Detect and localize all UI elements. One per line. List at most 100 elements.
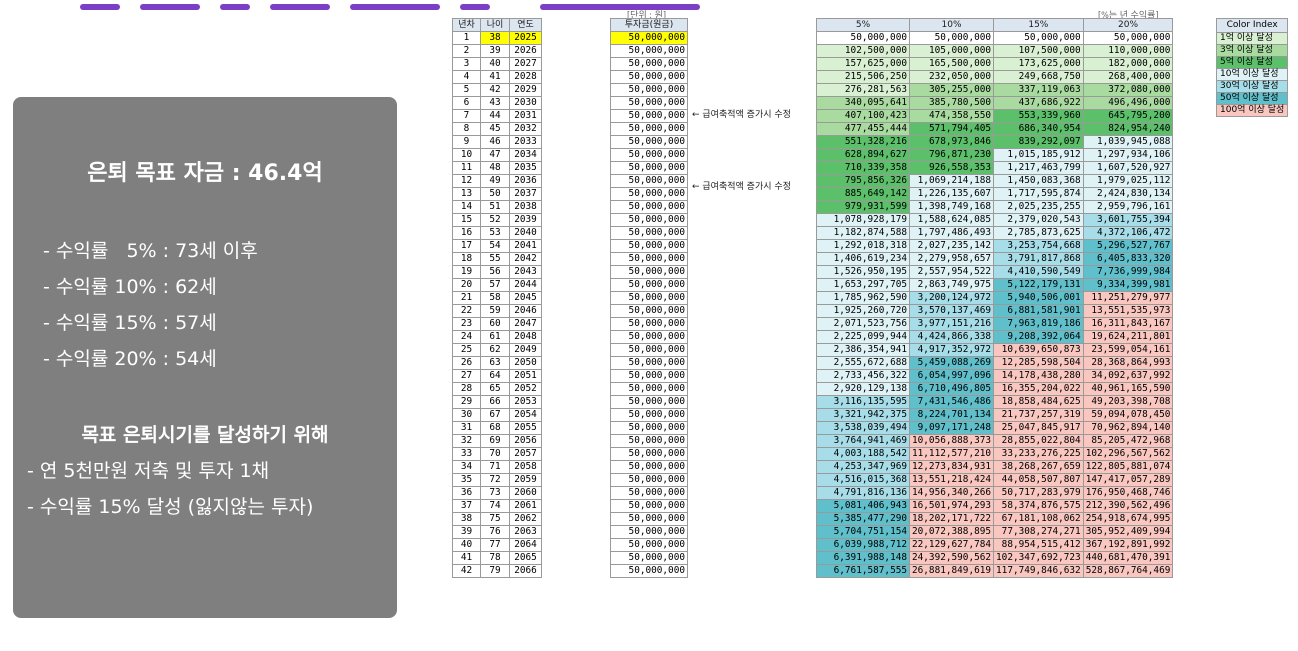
cell-rate-5: 6,039,988,712 [816,538,910,552]
cell-rate-15: 173,625,000 [993,57,1084,71]
cell-age: 61 [480,330,510,344]
cell-invest: 50,000,000 [610,538,688,552]
cell-year-no: 26 [452,356,481,370]
cell-rate-5: 4,003,188,542 [816,447,910,461]
cell-invest: 50,000,000 [610,109,688,123]
table-row: 29 66 2053 [452,395,542,409]
table-row: 2,386,354,941 4,917,352,972 10,639,650,873… [816,343,1174,357]
cell-rate-15: 18,858,484,625 [993,395,1084,409]
cell-age: 51 [480,200,510,214]
table-row: 9 46 2033 [452,135,542,149]
cell-age: 64 [480,369,510,383]
table-row: 36 73 2060 [452,486,542,500]
table-row: 50,000,000 [610,187,688,201]
cell-invest: 50,000,000 [610,486,688,500]
table-row: 50,000,000 [610,213,688,227]
table-row: 18 55 2042 [452,252,542,266]
table-row: 50,000,000 50,000,000 50,000,000 50,000,000 [816,31,1174,45]
table-row: 2,071,523,756 3,977,151,216 7,963,819,186 1… [816,317,1174,331]
cell-year-no: 19 [452,265,481,279]
cell-invest: 50,000,000 [610,213,688,227]
cell-year: 2044 [509,278,542,292]
cell-rate-10: 12,273,834,931 [908,460,995,474]
cell-rate-20: 23,599,054,161 [1082,343,1174,357]
cell-rate-15: 1,015,185,912 [993,148,1084,162]
col-header-year-no: 년차 [452,18,481,32]
cell-rate-5: 6,391,988,148 [816,551,910,565]
color-index-legend: Color Index 1억 이상 달성 3억 이상 달성 5억 이상 달성 10억 … [1215,18,1289,117]
cell-rate-5: 5,385,477,290 [816,512,910,526]
cell-year: 2030 [509,96,542,110]
cell-rate-10: 1,069,214,188 [908,174,995,188]
cell-year-no: 33 [452,447,481,461]
cell-rate-10: 26,881,849,619 [908,564,995,578]
cell-age: 44 [480,109,510,123]
table-row: 3 40 2027 [452,57,542,71]
cell-rate-20: 305,952,409,994 [1082,525,1174,539]
table-row: 40 77 2064 [452,538,542,552]
cell-rate-5: 1,292,018,318 [816,239,910,253]
cell-year: 2049 [509,343,542,357]
cell-rate-10: 678,973,846 [908,135,995,149]
cell-age: 48 [480,161,510,175]
cell-age: 79 [480,564,510,578]
cell-rate-20: 496,496,000 [1082,96,1174,110]
table-row: 3,764,941,469 10,056,888,373 28,855,022,80… [816,434,1174,448]
cell-year-no: 15 [452,213,481,227]
legend-row: 3억 이상 달성 [1215,44,1289,57]
table-row: 30 67 2054 [452,408,542,422]
cell-rate-15: 437,686,922 [993,96,1084,110]
col-header-rate-20: 20% [1082,18,1174,32]
cell-rate-5: 2,225,099,944 [816,330,910,344]
cell-rate-20: 147,417,057,289 [1082,473,1174,487]
cell-rate-15: 7,963,819,186 [993,317,1084,331]
table-row: 28 65 2052 [452,382,542,396]
cell-year: 2055 [509,421,542,435]
table-row: 15 52 2039 [452,213,542,227]
cell-rate-5: 340,095,641 [816,96,910,110]
cell-age: 54 [480,239,510,253]
cell-rate-10: 9,097,171,248 [908,421,995,435]
cell-rate-20: 645,795,200 [1082,109,1174,123]
cell-year: 2048 [509,330,542,344]
cell-year-no: 10 [452,148,481,162]
cell-year-no: 12 [452,174,481,188]
cell-rate-5: 4,516,015,368 [816,473,910,487]
cell-invest: 50,000,000 [610,31,688,45]
cell-year: 2031 [509,109,542,123]
cell-rate-10: 24,392,590,562 [908,551,995,565]
cell-year-no: 16 [452,226,481,240]
table-row: 7 44 2031 [452,109,542,123]
cell-rate-20: 367,192,891,992 [1082,538,1174,552]
cell-rate-5: 102,500,000 [816,44,910,58]
cell-rate-20: 440,681,470,391 [1082,551,1174,565]
cell-rate-15: 25,047,845,917 [993,421,1084,435]
cell-rate-10: 3,200,124,972 [908,291,995,305]
cell-rate-20: 19,624,211,801 [1082,330,1174,344]
table-row: 157,625,000 165,500,000 173,625,000 182,000… [816,57,1174,71]
table-row: 50,000,000 [610,31,688,45]
table-row: 2,733,456,322 6,054,997,096 14,178,438,280… [816,369,1174,383]
legend-item: 30억 이상 달성 [1215,80,1289,93]
cell-invest: 50,000,000 [610,408,688,422]
cell-invest: 50,000,000 [610,525,688,539]
cell-year-no: 32 [452,434,481,448]
col-header-rate-10: 10% [908,18,995,32]
legend-item: 5억 이상 달성 [1215,56,1289,69]
table-row: 50,000,000 [610,44,688,58]
cell-invest: 50,000,000 [610,330,688,344]
cell-rate-10: 22,129,627,784 [908,538,995,552]
cell-age: 69 [480,434,510,448]
cell-age: 74 [480,499,510,513]
cell-age: 43 [480,96,510,110]
table-row: 102,500,000 105,000,000 107,500,000 110,000… [816,44,1174,58]
cell-rate-20: 13,551,535,973 [1082,304,1174,318]
table-row: 2,555,672,688 5,459,088,269 12,285,598,504… [816,356,1174,370]
cell-age: 77 [480,538,510,552]
table-row: 50,000,000 [610,122,688,136]
table-row: 31 68 2055 [452,421,542,435]
cell-year-no: 31 [452,421,481,435]
cell-invest: 50,000,000 [610,148,688,162]
cell-rate-20: 50,000,000 [1082,31,1174,45]
table-row: 50,000,000 [610,343,688,357]
